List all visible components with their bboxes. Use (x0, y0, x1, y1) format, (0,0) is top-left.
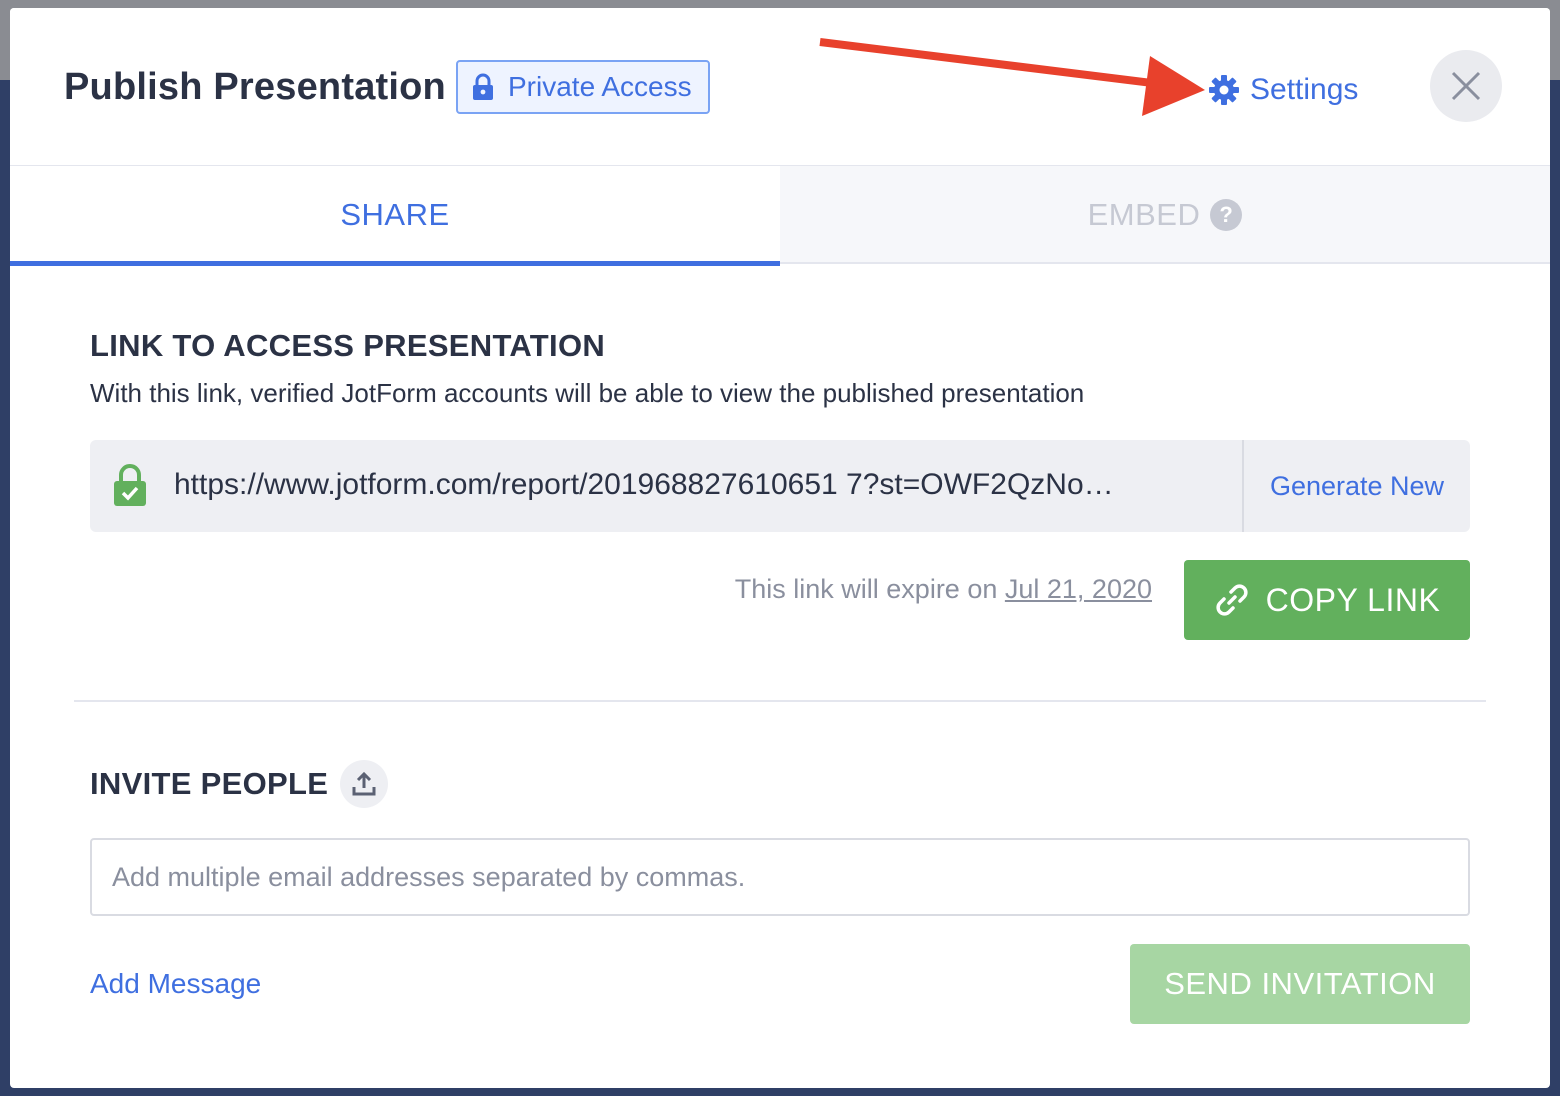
publish-modal: Publish Presentation Private Access Sett… (10, 8, 1550, 1088)
annotation-arrow (819, 38, 1205, 116)
close-icon (1451, 71, 1481, 101)
access-badge-label: Private Access (508, 71, 692, 102)
modal-title: Publish Presentation (64, 66, 446, 108)
send-invitation-button[interactable]: SEND INVITATION (1130, 944, 1470, 1024)
private-access-button[interactable]: Private Access (456, 60, 710, 114)
settings-label: Settings (1250, 73, 1359, 106)
invite-section-title: INVITE PEOPLE (90, 766, 329, 801)
link-description: With this link, verified JotForm account… (90, 378, 1085, 408)
expire-date-link[interactable]: Jul 21, 2020 (1005, 574, 1152, 604)
add-message-link[interactable]: Add Message (90, 968, 261, 1000)
generate-new-link[interactable]: Generate New (1244, 440, 1470, 532)
email-input[interactable] (90, 838, 1470, 916)
modal-header: Publish Presentation Private Access Sett… (10, 8, 1550, 166)
close-button[interactable] (1430, 50, 1502, 122)
tab-embed[interactable]: EMBED ? (780, 166, 1550, 264)
copy-link-label: COPY LINK (1265, 581, 1441, 618)
section-divider (74, 700, 1486, 702)
copy-link-button[interactable]: COPY LINK (1184, 560, 1470, 640)
expire-text: This link will expire on Jul 21, 2020 (735, 574, 1152, 605)
expire-prefix: This link will expire on (734, 574, 998, 604)
link-icon (1216, 584, 1248, 616)
tab-embed-label: EMBED (1087, 197, 1201, 232)
lock-check-icon (114, 464, 146, 506)
upload-contacts-button[interactable] (340, 760, 388, 808)
tab-share-label: SHARE (340, 197, 450, 232)
settings-link[interactable]: Settings (1208, 70, 1358, 110)
tab-share[interactable]: SHARE (10, 166, 780, 266)
link-box: https://www.jotform.com/report/201968827… (90, 440, 1470, 532)
help-icon[interactable]: ? (1210, 199, 1243, 231)
lock-icon (473, 73, 493, 100)
tab-bar: SHARE EMBED ? (10, 166, 1550, 266)
upload-icon (352, 771, 376, 796)
gear-icon (1209, 75, 1239, 105)
link-section-title: LINK TO ACCESS PRESENTATION (90, 328, 606, 363)
share-url[interactable]: https://www.jotform.com/report/201968827… (174, 468, 1234, 502)
